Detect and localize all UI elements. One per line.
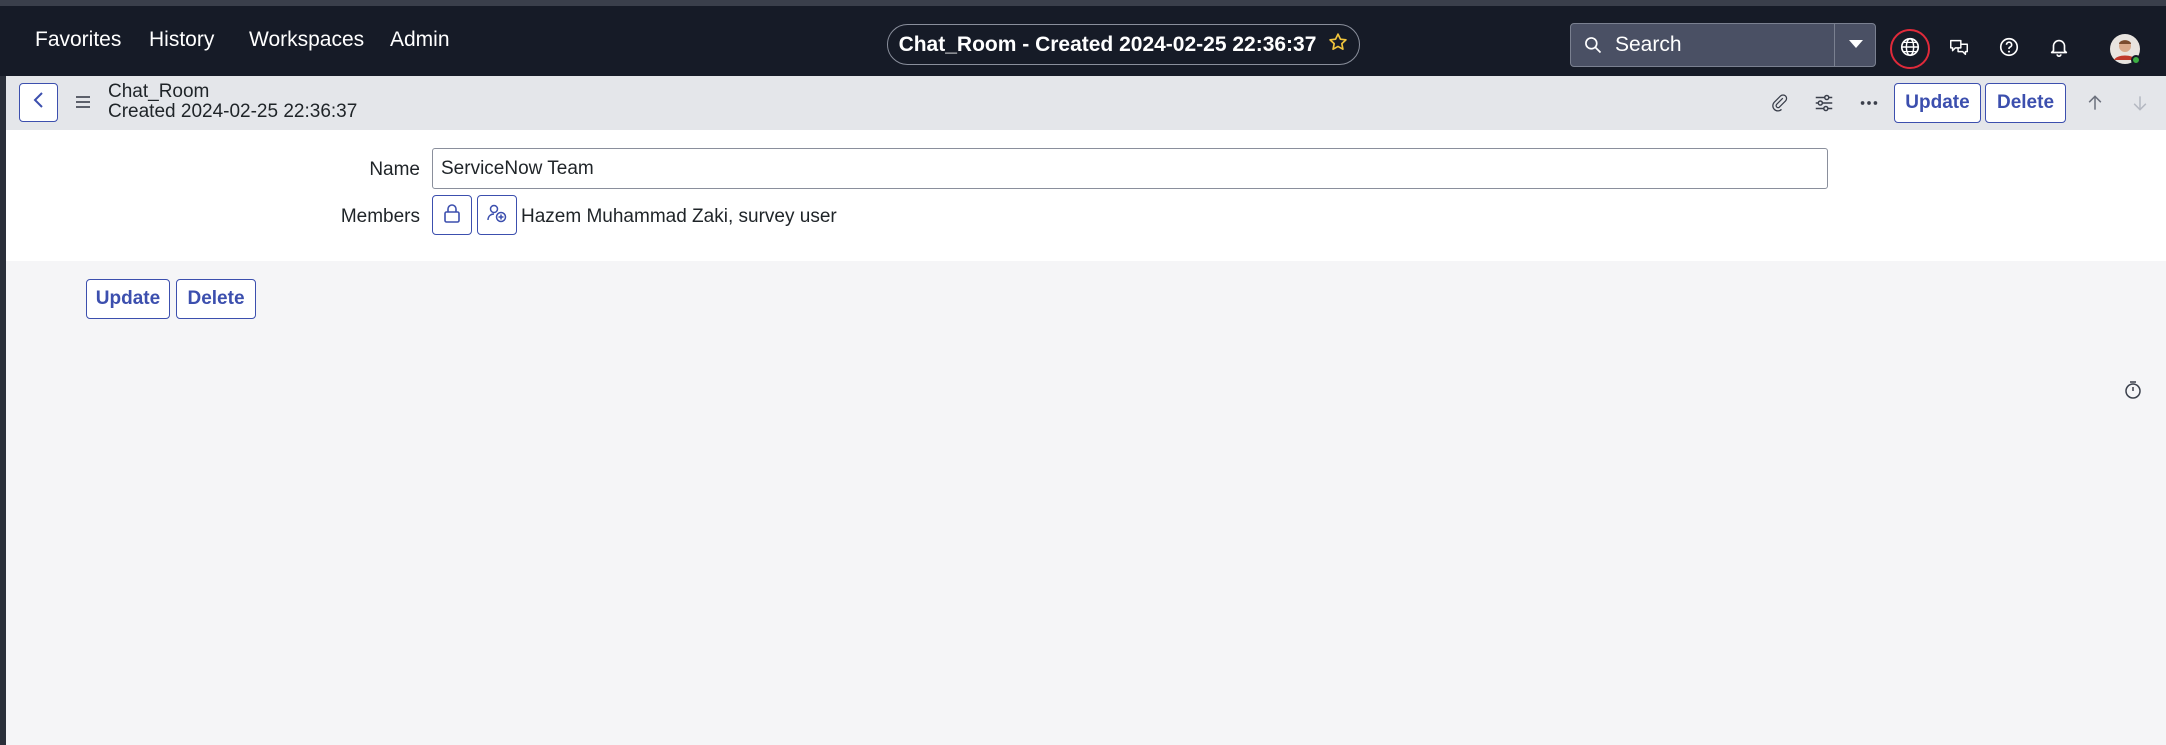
search-input[interactable] [1615,26,1830,64]
avatar[interactable] [2109,33,2141,65]
header-update-button[interactable]: Update [1894,83,1981,123]
lock-icon [443,203,461,228]
settings-sliders-icon[interactable] [1812,91,1836,115]
globe-icon [1899,36,1921,63]
footer-delete-button[interactable]: Delete [176,279,256,319]
help-icon[interactable] [1998,36,2020,58]
paperclip-icon[interactable] [1767,91,1791,115]
back-button[interactable] [19,83,58,122]
bell-icon[interactable] [2048,36,2070,58]
search-icon [1583,35,1603,60]
footer-update-button[interactable]: Update [86,279,170,319]
add-me-button[interactable] [477,195,517,235]
more-options-icon[interactable] [1857,91,1881,115]
arrow-up-icon[interactable] [2083,91,2107,115]
nav-history[interactable]: History [149,28,214,52]
online-status-dot [2131,55,2141,65]
record-heading: Chat_Room Created 2024-02-25 22:36:37 [108,82,357,122]
nav-admin[interactable]: Admin [390,28,450,52]
caret-down-icon [1848,36,1864,54]
record-title-pill[interactable]: Chat_Room - Created 2024-02-25 22:36:37 [887,24,1360,65]
context-menu-icon[interactable] [75,95,91,114]
timer-icon[interactable] [2124,380,2142,405]
search-scope-dropdown[interactable] [1834,24,1876,66]
members-lock-button[interactable] [432,195,472,235]
chat-icon[interactable] [1948,36,1970,58]
nav-favorites[interactable]: Favorites [35,28,121,52]
arrow-down-icon[interactable] [2128,91,2152,115]
star-icon[interactable] [1328,32,1348,58]
members-label: Members [340,206,420,227]
name-label: Name [369,159,420,180]
globe-button[interactable] [1890,29,1930,69]
record-table-name: Chat_Room [108,81,210,102]
header-delete-button[interactable]: Delete [1985,83,2066,123]
top-nav-bar: Favorites History Workspaces Admin Chat_… [0,0,2166,76]
record-created: Created 2024-02-25 22:36:37 [108,101,358,122]
members-value: Hazem Muhammad Zaki, survey user [521,206,837,227]
chevron-left-icon [32,91,46,114]
page-title: Chat_Room - Created 2024-02-25 22:36:37 [898,32,1317,56]
global-search[interactable] [1570,23,1876,67]
add-user-icon [486,203,508,228]
name-field[interactable] [432,148,1828,189]
record-header: Chat_Room Created 2024-02-25 22:36:37 Up… [6,76,2166,130]
record-form: Name Members Hazem Muhammad Zaki, survey… [6,130,2166,261]
nav-workspaces[interactable]: Workspaces [249,28,364,52]
